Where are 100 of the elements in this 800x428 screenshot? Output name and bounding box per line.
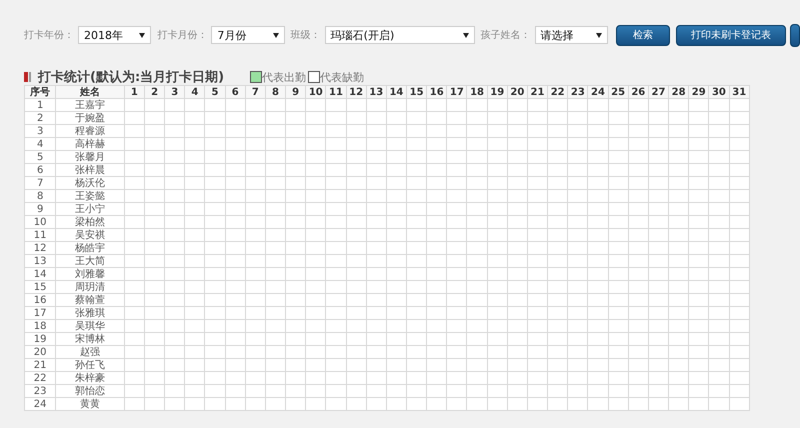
column-header: 1 [124, 86, 144, 98]
column-header: 16 [426, 86, 447, 98]
table-cell: 孙任飞 [56, 358, 124, 372]
column-header: 3 [164, 86, 185, 98]
table-cell: 14 [24, 268, 56, 280]
caret-icon [462, 32, 469, 38]
table-cell: 黄黄 [56, 398, 124, 410]
table-cell: 5 [24, 150, 56, 164]
table-cell: 6 [24, 164, 56, 176]
table-cell: 蔡翰萱 [56, 294, 124, 306]
column-header: 5 [204, 86, 226, 98]
column-header: 4 [184, 86, 205, 98]
table-cell: 21 [24, 358, 56, 372]
table-cell: 13 [24, 254, 56, 268]
dropdown[interactable]: 请选择 [534, 26, 608, 44]
column-header: 9 [286, 86, 306, 98]
table-cell: 23 [24, 384, 56, 398]
column-header: 22 [548, 86, 568, 98]
column-header: 30 [708, 86, 729, 98]
table-cell: 17 [24, 306, 56, 320]
legend-label: 代表缺勤 [320, 70, 364, 84]
table-cell: 9 [24, 202, 56, 216]
table-cell: 1 [24, 98, 56, 112]
filter-label: 打卡月份： [157, 28, 208, 42]
table-cell: 周玥清 [56, 280, 124, 294]
table-cell: 刘雅馨 [56, 268, 124, 280]
table-cell: 王嘉宇 [56, 98, 124, 112]
table-cell: 王姿懿 [56, 190, 124, 202]
caret-icon [272, 32, 279, 38]
column-header: 13 [366, 86, 386, 98]
column-header: 序号 [24, 86, 56, 98]
table-cell: 22 [24, 372, 56, 384]
caret-icon [139, 32, 146, 38]
table-cell: 王小宁 [56, 202, 124, 216]
table-cell: 杨沃伦 [56, 176, 124, 190]
column-header: 17 [446, 86, 467, 98]
table-cell: 11 [24, 228, 56, 242]
column-header: 31 [729, 86, 750, 98]
filter-label: 孩子姓名： [480, 28, 531, 42]
table-cell: 10 [24, 216, 56, 228]
table-cell: 8 [24, 190, 56, 202]
table-cell: 20 [24, 346, 56, 358]
caret-icon [596, 32, 602, 38]
column-header: 18 [466, 86, 488, 98]
table-cell: 王大简 [56, 254, 124, 268]
column-header: 20 [507, 86, 528, 98]
table-cell: 吴琪华 [56, 320, 124, 332]
table-cell: 4 [24, 138, 56, 150]
column-header: 6 [225, 86, 246, 98]
table-cell: 梁柏然 [56, 216, 124, 228]
column-header: 19 [487, 86, 508, 98]
column-header: 7 [245, 86, 266, 98]
table-cell: 张馨月 [56, 150, 124, 164]
column-header: 12 [346, 86, 366, 98]
table-cell: 7 [24, 176, 56, 190]
filter-label: 打卡年份： [24, 28, 74, 42]
column-header: 8 [265, 86, 286, 98]
filter-label: 班级： [290, 28, 321, 42]
table-cell: 杨皓宇 [56, 242, 124, 254]
table-cell: 3 [24, 124, 56, 138]
table-cell: 高梓赫 [56, 138, 124, 150]
column-header: 11 [326, 86, 346, 98]
dropdown[interactable]: 2018年 [78, 26, 152, 44]
table-cell: 张梓晨 [56, 164, 124, 176]
column-header: 26 [628, 86, 648, 98]
table-cell: 朱梓豪 [56, 372, 124, 384]
dropdown[interactable]: 玛瑙石(开启) [324, 26, 475, 44]
column-header: 29 [688, 86, 709, 98]
action-button[interactable]: 检索 [616, 24, 670, 46]
table-cell: 12 [24, 242, 56, 254]
column-header: 28 [668, 86, 689, 98]
table-cell: 24 [24, 398, 56, 410]
column-header: 15 [406, 86, 427, 98]
column-header: 10 [306, 86, 326, 98]
table-cell: 赵强 [56, 346, 124, 358]
table-cell: 宋博林 [56, 332, 124, 346]
table-cell: 16 [24, 294, 56, 306]
table-cell: 19 [24, 332, 56, 346]
table-cell: 15 [24, 280, 56, 294]
table-cell: 张雅琪 [56, 306, 124, 320]
column-header: 27 [648, 86, 669, 98]
table-cell: 郭怡恋 [56, 384, 124, 398]
action-button[interactable]: 打印未刷卡登记表 [676, 24, 786, 46]
cut-off-button[interactable] [790, 24, 800, 46]
legend-label: 代表出勤 [262, 70, 306, 84]
table-cell: 程睿源 [56, 124, 124, 138]
section-marker-icon [24, 72, 31, 82]
table-cell: 吴安祺 [56, 228, 124, 242]
column-header: 23 [568, 86, 588, 98]
column-header: 25 [608, 86, 628, 98]
column-header: 21 [527, 86, 548, 98]
column-header: 14 [386, 86, 406, 98]
section-title: 打卡统计(默认为:当月打卡日期) [38, 68, 224, 86]
column-header: 姓名 [56, 86, 124, 98]
table-cell: 2 [24, 112, 56, 124]
table-cell: 18 [24, 320, 56, 332]
table-cell: 于婉盈 [56, 112, 124, 124]
column-header: 24 [588, 86, 608, 98]
column-header: 2 [144, 86, 165, 98]
dropdown[interactable]: 7月份 [211, 26, 285, 44]
